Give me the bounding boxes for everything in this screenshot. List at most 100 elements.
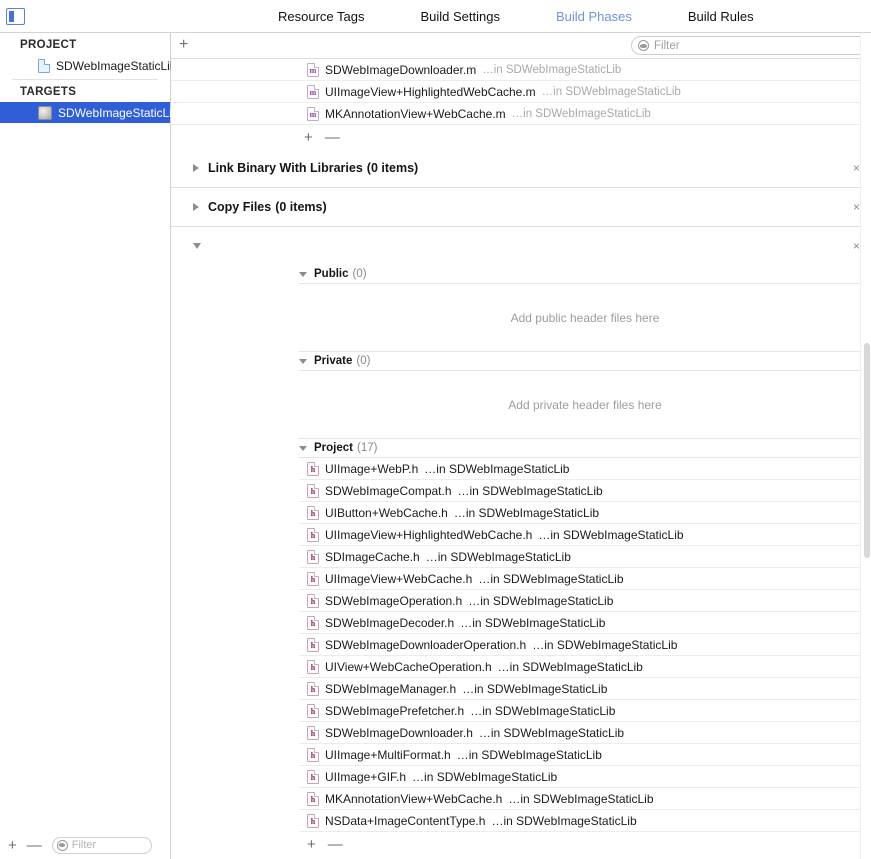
add-header-file-button[interactable]: + xyxy=(307,837,316,852)
table-row[interactable]: m SDWebImageDownloader.m …in SDWebImageS… xyxy=(171,59,871,81)
project-targets-sidebar: PROJECT SDWebImageStaticLib TARGETS SDWe… xyxy=(0,33,179,859)
headers-phase-footer: + — xyxy=(171,832,871,856)
build-phases-scroll-area[interactable]: m SDWebImageDownloader.m …in SDWebImageS… xyxy=(171,59,871,859)
tab-build-rules[interactable]: Build Rules xyxy=(660,0,782,33)
file-location: …in SDWebImageStaticLib xyxy=(456,747,602,762)
c-header-icon: h xyxy=(307,769,319,784)
table-row[interactable]: h UIImage+WebP.h …in SDWebImageStaticLib xyxy=(299,458,871,480)
table-row[interactable]: h NSData+ImageContentType.h …in SDWebImage… xyxy=(299,810,871,832)
sidebar-item-project-sdwebimagestaticlib[interactable]: SDWebImageStaticLib xyxy=(0,55,177,76)
sidebar-item-label: SDWebImageStaticLib xyxy=(58,105,179,120)
close-icon[interactable]: × xyxy=(853,161,860,175)
objc-source-icon: m xyxy=(307,106,319,121)
remove-header-file-button[interactable]: — xyxy=(328,837,343,852)
file-name: UIButton+WebCache.h xyxy=(325,505,448,520)
filter-icon xyxy=(638,40,649,51)
table-row[interactable]: h MKAnnotationView+WebCache.h …in SDWebIma… xyxy=(299,788,871,810)
table-row[interactable]: h SDWebImageDownloaderOperation.h …in SDWe… xyxy=(299,634,871,656)
file-name: SDWebImageManager.h xyxy=(325,681,457,696)
build-phases-pane: + Filter m SDWebImageDownloader.m …in SD… xyxy=(171,33,871,859)
c-header-icon: h xyxy=(307,615,319,630)
file-location: …in SDWebImageStaticLib xyxy=(424,461,570,476)
chevron-right-icon[interactable] xyxy=(193,203,199,211)
chevron-right-icon[interactable] xyxy=(193,164,199,172)
chevron-down-icon[interactable] xyxy=(299,358,307,364)
section-header[interactable]: Project (17) xyxy=(299,439,871,458)
project-header-file-list: h UIImage+WebP.h …in SDWebImageStaticLib h S… xyxy=(299,458,871,832)
section-count: (0) xyxy=(356,355,371,367)
table-row[interactable]: h UIView+WebCacheOperation.h …in SDWebImag… xyxy=(299,656,871,678)
table-row[interactable]: h UIImage+MultiFormat.h …in SDWebImageStat… xyxy=(299,744,871,766)
table-row[interactable]: h SDWebImageCompat.h …in SDWebImageStaticL… xyxy=(299,480,871,502)
close-icon[interactable]: × xyxy=(853,239,860,253)
phase-headers: × Public (0) Add public header files her… xyxy=(171,227,871,856)
project-document-icon xyxy=(38,58,50,73)
table-row[interactable]: h UIImage+GIF.h …in SDWebImageStaticLib xyxy=(299,766,871,788)
table-row[interactable]: h UIImageView+HighlightedWebCache.h …in SD… xyxy=(299,524,871,546)
table-row[interactable]: h SDImageCache.h …in SDWebImageStaticLib xyxy=(299,546,871,568)
phase-header[interactable]: Copy Files (0 items) × xyxy=(171,188,871,226)
file-location: …in SDWebImageStaticLib xyxy=(478,571,624,586)
build-phases-header: + Filter xyxy=(171,33,871,59)
table-row[interactable]: h UIImageView+WebCache.h …in SDWebImageSta… xyxy=(299,568,871,590)
tab-build-settings[interactable]: Build Settings xyxy=(392,0,528,33)
left-panel-toggle-icon[interactable] xyxy=(6,8,25,25)
sidebar-filter-placeholder: Filter xyxy=(71,839,97,851)
table-row[interactable]: h UIButton+WebCache.h …in SDWebImageStatic… xyxy=(299,502,871,524)
remove-target-button[interactable]: — xyxy=(27,838,42,853)
phase-header[interactable]: Link Binary With Libraries (0 items) × xyxy=(171,149,871,187)
c-header-icon: h xyxy=(307,637,319,652)
file-name: UIView+WebCacheOperation.h xyxy=(325,659,492,674)
add-target-button[interactable]: + xyxy=(8,838,17,853)
add-build-phase-button[interactable]: + xyxy=(179,37,188,53)
headers-section-project: Project (17) h UIImage+WebP.h …in SDWebIma… xyxy=(299,439,871,832)
table-row[interactable]: m MKAnnotationView+WebCache.m …in SDWebI… xyxy=(171,103,871,125)
close-icon[interactable]: × xyxy=(853,200,860,214)
file-name: SDWebImageDownloader.m xyxy=(325,62,477,77)
c-header-icon: h xyxy=(307,505,319,520)
phase-header[interactable]: × xyxy=(171,227,871,265)
table-row[interactable]: h SDWebImageOperation.h …in SDWebImageStat… xyxy=(299,590,871,612)
tab-build-phases[interactable]: Build Phases xyxy=(528,0,660,33)
section-count: (0) xyxy=(352,268,367,280)
c-header-icon: h xyxy=(307,813,319,828)
file-location: …in SDWebImageStaticLib xyxy=(462,681,608,696)
empty-drop-hint: Add public header files here xyxy=(299,284,871,352)
chevron-down-icon[interactable] xyxy=(299,271,307,277)
build-phases-filter-input[interactable]: Filter xyxy=(631,36,871,55)
phase-title: Link Binary With Libraries xyxy=(208,161,363,175)
file-location: …in SDWebImageStaticLib xyxy=(497,659,643,674)
table-row[interactable]: m UIImageView+HighlightedWebCache.m …in … xyxy=(171,81,871,103)
phase-item-count: (0 items) xyxy=(275,200,327,214)
tab-resource-tags[interactable]: Resource Tags xyxy=(250,0,392,33)
phase-item-count: (0 items) xyxy=(366,161,419,175)
empty-drop-hint: Add private header files here xyxy=(299,371,871,439)
sidebar-filter-input[interactable]: Filter xyxy=(51,836,152,854)
table-row[interactable]: h SDWebImageDownloader.h …in SDWebImageSta… xyxy=(299,722,871,744)
section-header[interactable]: Public (0) xyxy=(299,265,871,284)
add-source-file-button[interactable]: + xyxy=(304,130,313,145)
file-name: UIImageView+WebCache.h xyxy=(325,571,473,586)
file-location: …in SDWebImageStaticLib xyxy=(511,107,651,120)
file-name: SDWebImagePrefetcher.h xyxy=(325,703,465,718)
file-location: …in SDWebImageStaticLib xyxy=(478,725,625,740)
file-name: NSData+ImageContentType.h xyxy=(325,813,486,828)
c-header-icon: h xyxy=(307,593,319,608)
c-header-icon: h xyxy=(307,681,319,696)
phase-title: Copy Files xyxy=(208,200,272,214)
table-row[interactable]: h SDWebImagePrefetcher.h …in SDWebImageSta… xyxy=(299,700,871,722)
vertical-scrollbar-thumb[interactable] xyxy=(864,343,870,558)
file-location: …in SDWebImageStaticLib xyxy=(460,615,606,630)
vertical-scrollbar[interactable] xyxy=(860,33,871,859)
chevron-down-icon[interactable] xyxy=(299,445,307,451)
sidebar-item-target-sdwebimagestaticlib[interactable]: SDWebImageStaticLib xyxy=(0,102,179,123)
table-row[interactable]: h SDWebImageManager.h …in SDWebImageStatic… xyxy=(299,678,871,700)
section-title: Project xyxy=(314,442,353,454)
remove-source-file-button[interactable]: — xyxy=(325,130,340,145)
file-location: …in SDWebImageStaticLib xyxy=(470,703,616,718)
chevron-down-icon[interactable] xyxy=(193,243,201,249)
table-row[interactable]: h SDWebImageDecoder.h …in SDWebImageStatic… xyxy=(299,612,871,634)
section-header[interactable]: Private (0) xyxy=(299,352,871,371)
file-name: UIImageView+HighlightedWebCache.m xyxy=(325,84,536,99)
c-header-icon: h xyxy=(307,527,319,542)
